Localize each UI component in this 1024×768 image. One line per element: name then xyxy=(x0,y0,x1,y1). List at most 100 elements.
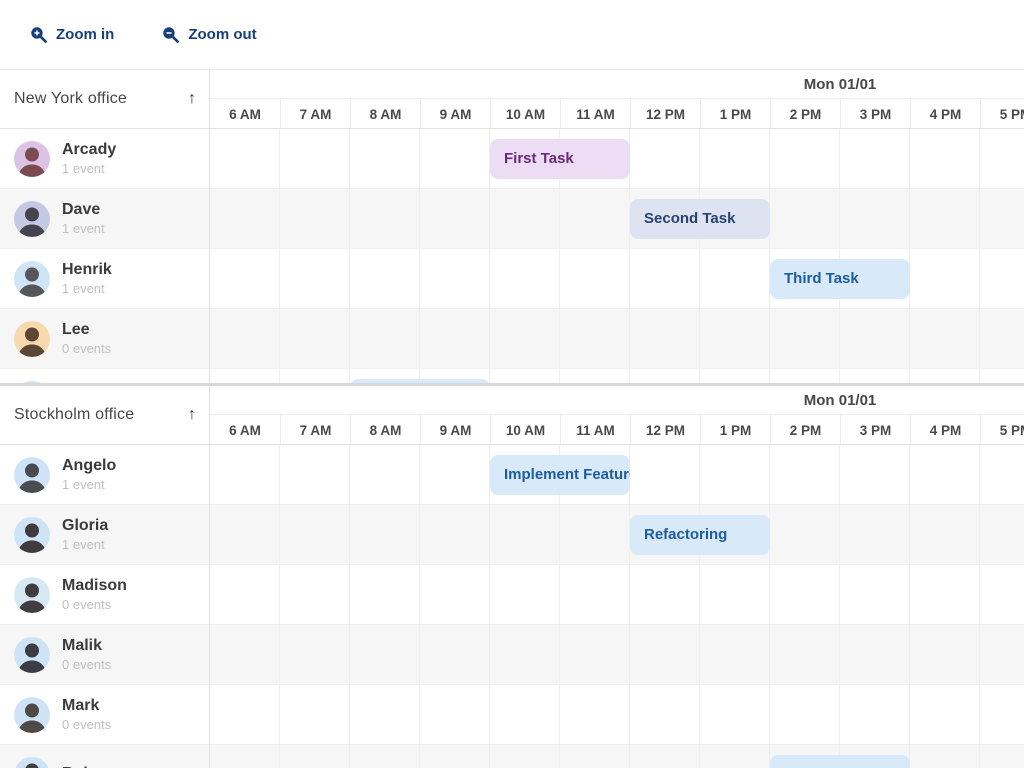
schedule-grid: First TaskSecond TaskThird Task xyxy=(210,129,1024,383)
time-tick: 4 PM xyxy=(910,99,980,128)
resource-row[interactable]: Henrik1 event xyxy=(0,249,209,309)
time-tick: 3 PM xyxy=(840,99,910,128)
time-tick: 7 AM xyxy=(280,415,350,444)
schedule-row[interactable]: First Task xyxy=(210,129,1024,189)
zoom-in-label: Zoom in xyxy=(56,26,114,43)
office-header[interactable]: Stockholm office ↑ xyxy=(0,386,210,444)
tick-row: 6 AM7 AM8 AM9 AM10 AM11 AM12 PM1 PM2 PM3… xyxy=(210,99,1024,128)
time-tick: 5 PM xyxy=(980,415,1024,444)
event-bar[interactable]: Refactoring xyxy=(630,515,770,555)
avatar xyxy=(14,261,50,297)
schedule-row[interactable]: Third Task xyxy=(210,249,1024,309)
time-tick: 11 AM xyxy=(560,99,630,128)
panel-new-york-office: New York office ↑ Mon 01/01 6 AM7 AM8 AM… xyxy=(0,70,1024,383)
event-bar[interactable]: Implement Feature xyxy=(490,455,630,495)
resource-row[interactable]: Gloria1 event xyxy=(0,505,209,565)
resource-row[interactable]: Rob xyxy=(0,745,209,768)
day-row: Mon 01/01 xyxy=(210,386,1024,415)
resource-event-count: 1 event xyxy=(62,161,116,177)
sort-ascending-icon[interactable]: ↑ xyxy=(188,406,196,424)
day-row: Mon 01/01 xyxy=(210,70,1024,99)
resource-row[interactable]: Arcady1 event xyxy=(0,129,209,189)
panel-body: Arcady1 eventDave1 eventHenrik1 eventLee… xyxy=(0,129,1024,383)
resource-row[interactable]: Mark0 events xyxy=(0,685,209,745)
time-tick: 9 AM xyxy=(420,99,490,128)
event-bar[interactable]: Third Task xyxy=(770,259,910,299)
time-tick: 12 PM xyxy=(630,99,700,128)
avatar xyxy=(14,457,50,493)
event-bar[interactable]: First Task xyxy=(490,139,630,179)
time-tick: 3 PM xyxy=(840,415,910,444)
schedule-row[interactable]: Refactoring xyxy=(210,505,1024,565)
resource-event-count: 1 event xyxy=(62,537,108,553)
event-bar[interactable]: Second Task xyxy=(630,199,770,239)
schedule-row[interactable] xyxy=(210,565,1024,625)
resource-event-count: 1 event xyxy=(62,477,116,493)
resource-name: Rob xyxy=(62,764,93,768)
schedule-row[interactable] xyxy=(210,625,1024,685)
resource-name: Mark xyxy=(62,696,111,716)
tick-row: 6 AM7 AM8 AM9 AM10 AM11 AM12 PM1 PM2 PM3… xyxy=(210,415,1024,444)
toolbar: Zoom in Zoom out xyxy=(0,0,1024,70)
resource-row[interactable]: Malik0 events xyxy=(0,625,209,685)
schedule-row[interactable]: Implement Feature xyxy=(210,445,1024,505)
avatar xyxy=(14,757,50,768)
avatar xyxy=(14,381,50,384)
resource-name: Henrik xyxy=(62,260,112,280)
sort-ascending-icon[interactable]: ↑ xyxy=(188,90,196,108)
event-bar[interactable]: Write application xyxy=(770,755,910,768)
scheduler-app: Zoom in Zoom out New York office ↑ Mon 0… xyxy=(0,0,1024,768)
schedule-row[interactable] xyxy=(210,685,1024,745)
time-tick: 6 AM xyxy=(210,99,280,128)
resource-name: Dave xyxy=(62,200,105,220)
avatar xyxy=(14,201,50,237)
time-tick: 8 AM xyxy=(350,415,420,444)
panel-body: Angelo1 eventGloria1 eventMadison0 event… xyxy=(0,445,1024,768)
time-tick: 9 AM xyxy=(420,415,490,444)
day-header: Mon 01/01 xyxy=(210,386,1024,415)
zoom-out-button[interactable]: Zoom out xyxy=(152,20,266,49)
time-tick: 2 PM xyxy=(770,415,840,444)
resource-column: Arcady1 eventDave1 eventHenrik1 eventLee… xyxy=(0,129,210,383)
event-bar[interactable] xyxy=(350,379,490,383)
resource-name: Angelo xyxy=(62,456,116,476)
schedule-row[interactable] xyxy=(210,369,1024,383)
avatar xyxy=(14,577,50,613)
time-tick: 2 PM xyxy=(770,99,840,128)
schedule-grid: Implement FeatureRefactoring Write applic… xyxy=(210,445,1024,768)
time-tick: 10 AM xyxy=(490,99,560,128)
time-tick: 10 AM xyxy=(490,415,560,444)
office-title: New York office xyxy=(14,90,127,108)
time-tick: 7 AM xyxy=(280,99,350,128)
resource-row[interactable]: Dave1 event xyxy=(0,189,209,249)
resource-name: Malik xyxy=(62,636,111,656)
resource-row[interactable]: Madison0 events xyxy=(0,565,209,625)
avatar xyxy=(14,141,50,177)
time-tick: 8 AM xyxy=(350,99,420,128)
panel-header: Stockholm office ↑ Mon 01/01 6 AM7 AM8 A… xyxy=(0,386,1024,445)
resource-event-count: 1 event xyxy=(62,281,112,297)
avatar xyxy=(14,637,50,673)
resource-name: Arcady xyxy=(62,140,116,160)
time-tick: 4 PM xyxy=(910,415,980,444)
resource-row[interactable] xyxy=(0,369,209,383)
schedule-row[interactable]: Write application xyxy=(210,745,1024,768)
resource-row[interactable]: Lee0 events xyxy=(0,309,209,369)
avatar xyxy=(14,321,50,357)
resource-row[interactable]: Angelo1 event xyxy=(0,445,209,505)
time-tick: 11 AM xyxy=(560,415,630,444)
schedule-row[interactable]: Second Task xyxy=(210,189,1024,249)
day-header: Mon 01/01 xyxy=(210,70,1024,99)
time-tick: 6 AM xyxy=(210,415,280,444)
office-header[interactable]: New York office ↑ xyxy=(0,70,210,128)
panel-header: New York office ↑ Mon 01/01 6 AM7 AM8 AM… xyxy=(0,70,1024,129)
resource-event-count: 0 events xyxy=(62,341,111,357)
avatar xyxy=(14,697,50,733)
resource-event-count: 0 events xyxy=(62,717,111,733)
zoom-in-button[interactable]: Zoom in xyxy=(20,20,124,49)
panel-stockholm-office: Stockholm office ↑ Mon 01/01 6 AM7 AM8 A… xyxy=(0,386,1024,768)
time-axis-header: Mon 01/01 6 AM7 AM8 AM9 AM10 AM11 AM12 P… xyxy=(210,386,1024,444)
schedule-row[interactable] xyxy=(210,309,1024,369)
resource-event-count: 1 event xyxy=(62,221,105,237)
resource-name: Lee xyxy=(62,320,111,340)
